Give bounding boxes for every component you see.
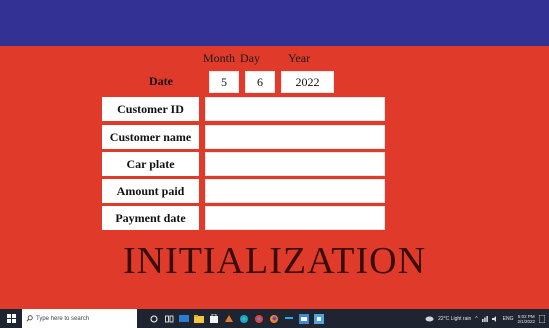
date-label: Date [149,74,173,88]
store-icon[interactable] [209,314,219,324]
vscode-icon[interactable] [284,314,294,324]
clock-date: 2/1/2022 [517,318,535,324]
customer-id-label: Customer ID [102,97,199,121]
year-header: Year [288,51,311,65]
task-view-icon[interactable] [164,314,174,324]
chrome-icon[interactable] [254,314,264,324]
day-header: Day [240,51,260,65]
weather-icon [425,316,434,321]
payment-date-label: Payment date [102,206,199,230]
mail-app-icon[interactable] [179,314,189,324]
cortana-icon[interactable] [149,314,159,324]
photos-app-icon[interactable] [224,314,234,324]
language-indicator[interactable]: ENG [503,316,514,322]
taskbar-search[interactable]: Type here to search [22,309,137,328]
car-plate-field[interactable] [205,152,385,176]
taskbar: Type here to search 22°C Light rain ^ EN… [0,309,549,328]
month-field[interactable]: 5 [209,71,239,93]
weather-text[interactable]: 22°C Light rain [438,316,471,322]
running-app-icon[interactable] [314,313,324,324]
customer-id-field[interactable] [205,97,385,121]
clock[interactable]: 5:02 PM 2/1/2022 [517,314,535,324]
payment-date-field[interactable] [205,206,385,230]
chevron-up-icon[interactable]: ^ [475,316,477,322]
customer-name-field[interactable] [205,125,385,149]
file-explorer-icon[interactable] [194,314,204,324]
month-header: Month [203,51,236,65]
search-icon [26,315,33,322]
title-bar [0,0,549,46]
snipping-tool-icon[interactable] [299,313,309,324]
car-plate-label: Car plate [102,152,199,176]
network-icon[interactable] [481,315,488,322]
year-field[interactable]: 2022 [281,71,334,93]
volume-icon[interactable] [491,315,499,322]
customer-name-label: Customer name [102,125,199,149]
windows-icon [6,314,16,323]
amount-paid-label: Amount paid [102,179,199,203]
firefox-icon[interactable] [269,314,279,324]
search-placeholder: Type here to search [36,315,90,322]
system-tray: 22°C Light rain ^ ENG 5:02 PM 2/1/2022 [425,309,549,328]
start-button[interactable] [0,309,22,328]
day-field[interactable]: 6 [245,71,275,93]
edge-icon[interactable] [239,314,249,324]
notification-icon[interactable] [539,314,545,323]
app-window: Month Day Year Date 5 6 2022 Customer ID… [0,0,549,328]
page-title: INITIALIZATION [122,240,427,282]
amount-paid-field[interactable] [205,179,385,203]
